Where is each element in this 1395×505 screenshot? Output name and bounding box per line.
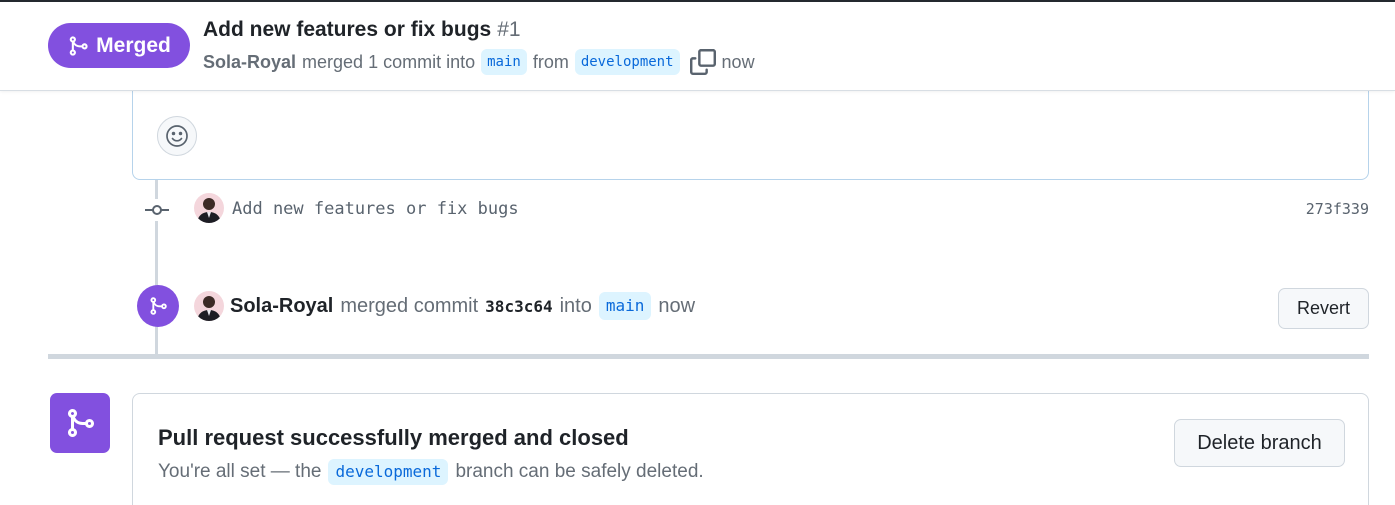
desc-prefix: You're all set — the	[158, 461, 322, 482]
merge-action-text: merged commit	[340, 294, 479, 317]
commit-message-link[interactable]: Add new features or fix bugs	[232, 199, 519, 219]
merge-status-title: Pull request successfully merged and clo…	[158, 425, 629, 450]
from-text: from	[532, 51, 569, 72]
smiley-icon	[166, 125, 188, 147]
revert-button[interactable]: Revert	[1278, 288, 1369, 329]
merge-status-box: Pull request successfully merged and clo…	[132, 393, 1369, 505]
author-link[interactable]: Sola-Royal	[230, 295, 333, 318]
time-text: now	[721, 51, 755, 72]
page-title: Add new features or fix bugs #1	[203, 18, 521, 42]
delete-branch-button[interactable]: Delete branch	[1174, 419, 1345, 467]
git-merge-icon	[69, 35, 88, 56]
pr-meta: Sola-Royal merged 1 commit into main fro…	[203, 48, 755, 76]
base-branch-label[interactable]: main	[481, 49, 527, 75]
avatar[interactable]	[194, 291, 224, 321]
copy-icon[interactable]	[689, 49, 716, 75]
merge-commit-sha-link[interactable]: 38c3c64	[485, 297, 552, 316]
merge-time-text: now	[658, 294, 696, 317]
pr-sticky-header: Merged Add new features or fix bugs #1 So…	[0, 0, 1395, 91]
merged-state-badge: Merged	[48, 23, 190, 68]
state-label: Merged	[96, 33, 171, 57]
pr-title-text: Add new features or fix bugs	[203, 18, 492, 41]
pr-number: #1	[497, 18, 521, 41]
merge-status-icon	[50, 393, 110, 453]
merge-event-text: Sola-Royal merged commit 38c3c64 into ma…	[230, 290, 695, 322]
git-commit-icon	[145, 199, 169, 221]
desc-suffix: branch can be safely deleted.	[455, 461, 704, 482]
into-text: into	[559, 294, 592, 317]
avatar[interactable]	[194, 193, 224, 223]
add-reaction-button[interactable]	[157, 116, 197, 156]
merge-status-description: You're all set — the development branch …	[158, 457, 704, 487]
merged-text: merged 1 commit into	[302, 51, 476, 72]
deletable-branch-label[interactable]: development	[328, 459, 449, 485]
head-branch-label[interactable]: development	[574, 49, 680, 75]
commit-sha-link[interactable]: 273f339	[1306, 200, 1369, 218]
target-branch-label[interactable]: main	[598, 292, 652, 320]
git-merge-event-icon	[137, 285, 179, 327]
author-link[interactable]: Sola-Royal	[203, 52, 296, 73]
timeline-divider	[48, 354, 1369, 359]
